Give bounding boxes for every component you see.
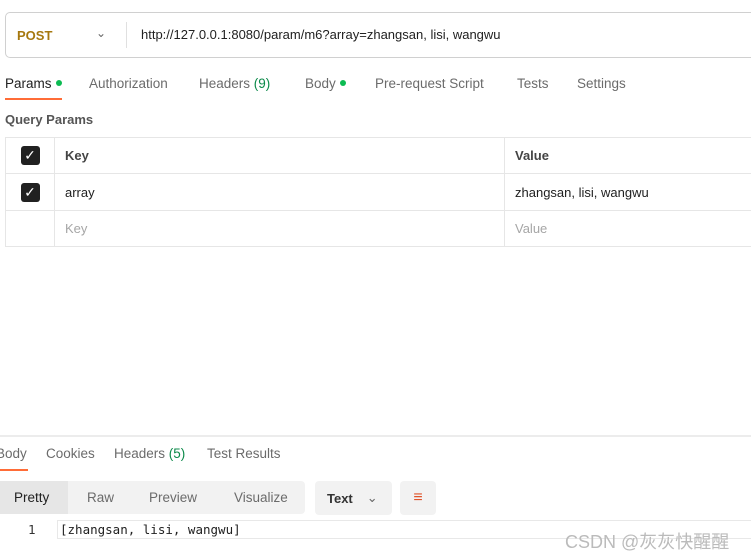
tab-label: Headers bbox=[114, 446, 166, 461]
pane-divider[interactable] bbox=[0, 435, 751, 437]
response-tab-test-results[interactable]: Test Results bbox=[207, 446, 281, 461]
response-body-text: [zhangsan, lisi, wangwu] bbox=[60, 522, 241, 537]
tab-params[interactable]: Params bbox=[5, 76, 62, 91]
tab-headers[interactable]: Headers (9) bbox=[199, 76, 270, 91]
view-visualize[interactable]: Visualize bbox=[234, 481, 288, 514]
divider bbox=[126, 22, 127, 48]
url-input[interactable]: http://127.0.0.1:8080/param/m6?array=zha… bbox=[141, 27, 501, 42]
view-raw[interactable]: Raw bbox=[87, 481, 114, 514]
tab-label: Body bbox=[305, 76, 336, 91]
key-input[interactable]: Key bbox=[55, 211, 505, 246]
view-pretty[interactable]: Pretty bbox=[0, 481, 68, 514]
tab-body[interactable]: Body bbox=[305, 76, 346, 91]
response-tab-body[interactable]: Body bbox=[0, 446, 27, 461]
key-header: Key bbox=[55, 138, 505, 173]
format-select[interactable]: Text ⌄ bbox=[315, 481, 392, 515]
active-tab-underline bbox=[0, 469, 28, 471]
method-select[interactable]: POST bbox=[17, 28, 52, 43]
line-number: 1 bbox=[28, 522, 36, 537]
status-dot bbox=[339, 80, 346, 86]
select-all-checkbox[interactable]: ✓ bbox=[20, 146, 40, 165]
active-tab-underline bbox=[5, 98, 62, 100]
value-header: Value bbox=[515, 148, 549, 163]
tab-tests[interactable]: Tests bbox=[517, 76, 549, 91]
headers-count: (9) bbox=[253, 76, 271, 91]
chevron-down-icon[interactable]: ⌄ bbox=[96, 26, 106, 40]
params-table: ✓ Key Value ✓ array zhangsan, lisi, wang… bbox=[5, 137, 751, 247]
param-value[interactable]: zhangsan, lisi, wangwu bbox=[505, 174, 649, 210]
status-dot bbox=[55, 80, 62, 86]
param-key[interactable]: array bbox=[55, 174, 505, 210]
tab-pre-request-script[interactable]: Pre-request Script bbox=[375, 76, 484, 91]
value-input[interactable]: Value bbox=[505, 211, 547, 246]
wrap-lines-icon[interactable]: ≡ bbox=[400, 481, 436, 515]
view-preview[interactable]: Preview bbox=[149, 481, 197, 514]
table-header: ✓ Key Value bbox=[5, 138, 751, 174]
headers-count: (5) bbox=[168, 446, 186, 461]
query-params-title: Query Params bbox=[5, 112, 94, 127]
table-row: ✓ array zhangsan, lisi, wangwu bbox=[5, 174, 751, 211]
watermark: CSDN @灰灰快醒醒 bbox=[565, 532, 730, 552]
response-tab-headers[interactable]: Headers (5) bbox=[114, 446, 185, 461]
table-row-empty: Key Value bbox=[5, 211, 751, 247]
row-checkbox[interactable]: ✓ bbox=[20, 182, 40, 202]
view-mode-toggle: Pretty Raw Preview Visualize bbox=[0, 481, 305, 514]
response-tab-cookies[interactable]: Cookies bbox=[46, 446, 95, 461]
chevron-down-icon: ⌄ bbox=[366, 490, 378, 505]
tab-settings[interactable]: Settings bbox=[577, 76, 626, 91]
tab-authorization[interactable]: Authorization bbox=[89, 76, 168, 91]
tab-label: Headers bbox=[199, 76, 251, 91]
format-label: Text bbox=[327, 490, 353, 506]
tab-label: Params bbox=[5, 76, 52, 91]
